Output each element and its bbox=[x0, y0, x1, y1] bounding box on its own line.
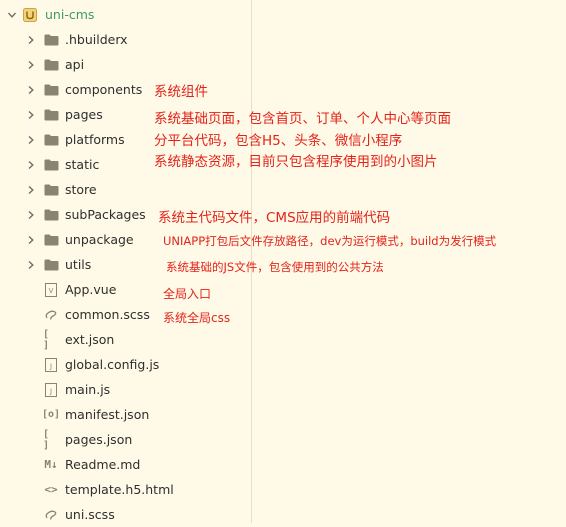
annotation-static: 系统静态资源，目前只包含程序使用到的小图片 bbox=[154, 154, 438, 170]
svg-text:V: V bbox=[49, 287, 54, 295]
json-file-icon: [ ] bbox=[43, 328, 53, 351]
vue-file-icon: V bbox=[43, 277, 59, 302]
chevron-right-icon[interactable] bbox=[22, 152, 40, 177]
tree-root-uni-cms[interactable]: uni-cms bbox=[0, 2, 251, 27]
svg-text:J: J bbox=[49, 387, 52, 395]
file-label: ext.json bbox=[65, 332, 115, 347]
folder-label: unpackage bbox=[65, 232, 134, 247]
chevron-right-icon[interactable] bbox=[22, 202, 40, 227]
annotation-utils: 系统基础的JS文件，包含使用到的公共方法 bbox=[166, 260, 384, 274]
file-label: template.h5.html bbox=[65, 482, 174, 497]
chevron-right-icon[interactable] bbox=[22, 77, 40, 102]
file-template-h5-html[interactable]: <> template.h5.html bbox=[0, 477, 251, 502]
folder-label: api bbox=[65, 57, 85, 72]
json-file-icon: [ ] bbox=[43, 428, 53, 451]
folder-icon bbox=[43, 127, 59, 152]
uni-app-logo-icon bbox=[22, 2, 38, 27]
markdown-file-icon: M↓ bbox=[44, 458, 58, 471]
folder-components[interactable]: components bbox=[0, 77, 251, 102]
file-app-vue[interactable]: V App.vue bbox=[0, 277, 251, 302]
folder-label: store bbox=[65, 182, 97, 197]
annotation-components: 系统组件 bbox=[154, 84, 208, 100]
file-label: manifest.json bbox=[65, 407, 150, 422]
folder-icon bbox=[43, 102, 59, 127]
file-label: App.vue bbox=[65, 282, 117, 297]
folder-label: .hbuilderx bbox=[65, 32, 128, 47]
folder-icon bbox=[43, 27, 59, 52]
root-label: uni-cms bbox=[45, 7, 95, 22]
svg-text:J: J bbox=[49, 362, 52, 370]
file-label: Readme.md bbox=[65, 457, 141, 472]
chevron-right-icon[interactable] bbox=[22, 227, 40, 252]
folder-icon bbox=[43, 77, 59, 102]
folder-label: pages bbox=[65, 107, 103, 122]
file-label: pages.json bbox=[65, 432, 133, 447]
annotation-common-scss: 系统全局css bbox=[163, 311, 231, 325]
chevron-right-icon[interactable] bbox=[22, 102, 40, 127]
folder-label: static bbox=[65, 157, 100, 172]
scss-file-icon bbox=[43, 302, 59, 327]
folder-label: platforms bbox=[65, 132, 125, 147]
js-file-icon: J bbox=[43, 352, 59, 377]
folder-icon bbox=[43, 177, 59, 202]
annotation-app-vue: 全局入口 bbox=[163, 287, 212, 301]
annotation-unpackage: UNIAPP打包后文件存放路径，dev为运行模式，build为发行模式 bbox=[163, 234, 497, 248]
chevron-right-icon[interactable] bbox=[22, 52, 40, 77]
folder-icon bbox=[43, 252, 59, 277]
js-file-icon: J bbox=[43, 377, 59, 402]
html-file-icon: <> bbox=[44, 483, 58, 496]
manifest-file-icon: [o] bbox=[41, 409, 61, 420]
folder-label: components bbox=[65, 82, 143, 97]
folder-label: utils bbox=[65, 257, 92, 272]
folder-hbuilderx[interactable]: .hbuilderx bbox=[0, 27, 251, 52]
file-label: main.js bbox=[65, 382, 111, 397]
file-label: common.scss bbox=[65, 307, 150, 322]
chevron-right-icon[interactable] bbox=[22, 27, 40, 52]
file-uni-scss[interactable]: uni.scss bbox=[0, 502, 251, 527]
folder-icon bbox=[43, 152, 59, 177]
folder-icon bbox=[43, 202, 59, 227]
annotation-platforms: 分平台代码，包含H5、头条、微信小程序 bbox=[154, 133, 403, 149]
folder-icon bbox=[43, 227, 59, 252]
file-pages-json[interactable]: [ ] pages.json bbox=[0, 427, 251, 452]
file-manifest-json[interactable]: [o] manifest.json bbox=[0, 402, 251, 427]
chevron-down-icon[interactable] bbox=[3, 2, 21, 27]
file-label: uni.scss bbox=[65, 507, 115, 522]
chevron-right-icon[interactable] bbox=[22, 127, 40, 152]
chevron-right-icon[interactable] bbox=[22, 252, 40, 277]
folder-api[interactable]: api bbox=[0, 52, 251, 77]
file-readme-md[interactable]: M↓ Readme.md bbox=[0, 452, 251, 477]
folder-label: subPackages bbox=[65, 207, 146, 222]
file-ext-json[interactable]: [ ] ext.json bbox=[0, 327, 251, 352]
file-label: global.config.js bbox=[65, 357, 160, 372]
chevron-right-icon[interactable] bbox=[22, 177, 40, 202]
file-main-js[interactable]: Jmain.js bbox=[0, 377, 251, 402]
annotation-pages: 系统基础页面，包含首页、订单、个人中心等页面 bbox=[154, 111, 451, 127]
folder-icon bbox=[43, 52, 59, 77]
scss-file-icon bbox=[43, 502, 59, 527]
annotation-subpackages: 系统主代码文件，CMS应用的前端代码 bbox=[158, 210, 391, 226]
folder-store[interactable]: store bbox=[0, 177, 251, 202]
file-global-config-js[interactable]: Jglobal.config.js bbox=[0, 352, 251, 377]
